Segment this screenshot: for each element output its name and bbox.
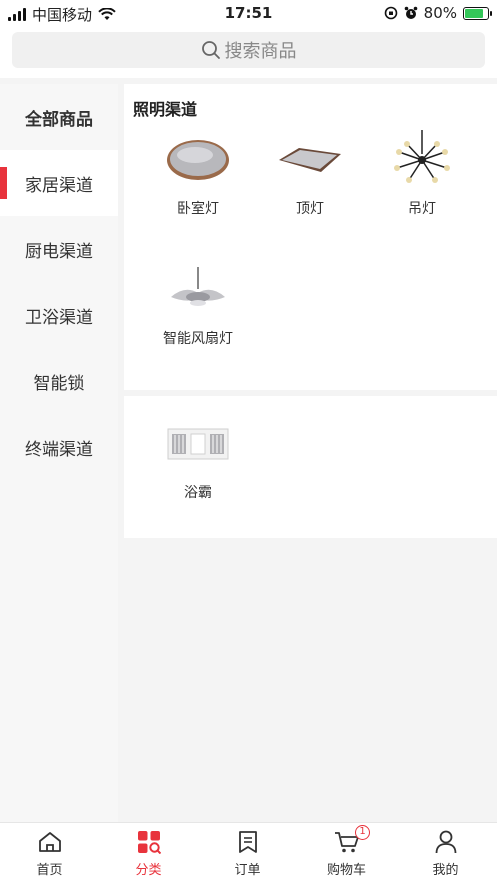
alarm-icon [404, 6, 417, 19]
product-fan-lamp[interactable]: 智能风扇灯 [136, 260, 260, 348]
battery-icon [463, 6, 492, 20]
sidebar-item-kitchen[interactable]: 厨电渠道 [0, 216, 118, 282]
product-label: 卧室灯 [177, 201, 219, 217]
sidebar-item-label: 终端渠道 [25, 439, 93, 460]
ceiling-square-lamp-icon [279, 148, 341, 172]
orientation-lock-icon [384, 6, 397, 20]
fan-lamp-icon [171, 267, 225, 306]
bath-heater-section: 浴霸 [124, 396, 497, 538]
product-bath-heater[interactable]: 浴霸 [136, 414, 260, 502]
product-label: 智能风扇灯 [163, 331, 233, 347]
user-icon [435, 830, 456, 854]
product-chandelier[interactable]: 吊灯 [360, 130, 484, 218]
search-placeholder: 搜索商品 [224, 41, 297, 62]
tab-orders[interactable]: 订单 [198, 829, 297, 878]
category-icon [137, 831, 161, 854]
chandelier-icon [394, 130, 450, 183]
sidebar-item-label: 家居渠道 [25, 175, 93, 196]
category-sidebar: 全部商品 家居渠道 厨电渠道 卫浴渠道 智能锁 终端渠道 [0, 84, 118, 822]
sidebar-item-label: 全部商品 [25, 109, 93, 130]
order-icon [238, 831, 257, 853]
tab-home[interactable]: 首页 [0, 829, 99, 878]
tab-label: 首页 [36, 863, 63, 878]
tab-category[interactable]: 分类 [99, 829, 198, 878]
search-icon [201, 41, 220, 59]
product-label: 吊灯 [408, 201, 436, 217]
ceiling-round-lamp-icon [167, 140, 229, 180]
tab-label: 分类 [135, 863, 162, 878]
cart-badge: 1 [355, 825, 370, 840]
tab-cart[interactable]: 1 购物车 [297, 825, 396, 878]
sidebar-item-label: 厨电渠道 [25, 241, 93, 262]
section-title: 照明渠道 [133, 100, 198, 119]
tab-label: 购物车 [326, 863, 366, 878]
bath-heater-icon [167, 428, 229, 460]
search-input[interactable]: 搜索商品 [12, 32, 485, 68]
sidebar-item-smart-lock[interactable]: 智能锁 [0, 348, 118, 414]
tab-label: 我的 [432, 863, 459, 878]
product-ceiling-lamp[interactable]: 顶灯 [248, 130, 372, 218]
lighting-section: 照明渠道 卧室灯 顶灯 吊灯 智能风扇灯 [124, 84, 497, 390]
sidebar-item-terminal[interactable]: 终端渠道 [0, 414, 118, 480]
tab-profile[interactable]: 我的 [396, 829, 495, 878]
sidebar-item-all[interactable]: 全部商品 [0, 84, 118, 150]
home-icon [38, 832, 61, 852]
bottom-tab-bar: 首页 分类 订单 1 购物车 我的 [0, 822, 497, 883]
search-area: 搜索商品 [0, 26, 497, 78]
product-label: 顶灯 [296, 201, 324, 217]
status-right: 80% [384, 4, 492, 22]
sidebar-item-bathroom[interactable]: 卫浴渠道 [0, 282, 118, 348]
product-label: 浴霸 [184, 485, 212, 501]
sidebar-item-label: 卫浴渠道 [25, 307, 93, 328]
tab-label: 订单 [234, 863, 261, 878]
status-bar: 中国移动 17:51 80% [0, 0, 497, 26]
product-bedroom-lamp[interactable]: 卧室灯 [136, 130, 260, 218]
sidebar-item-home[interactable]: 家居渠道 [0, 150, 118, 216]
battery-percent: 80% [423, 4, 457, 22]
sidebar-item-label: 智能锁 [33, 373, 85, 394]
